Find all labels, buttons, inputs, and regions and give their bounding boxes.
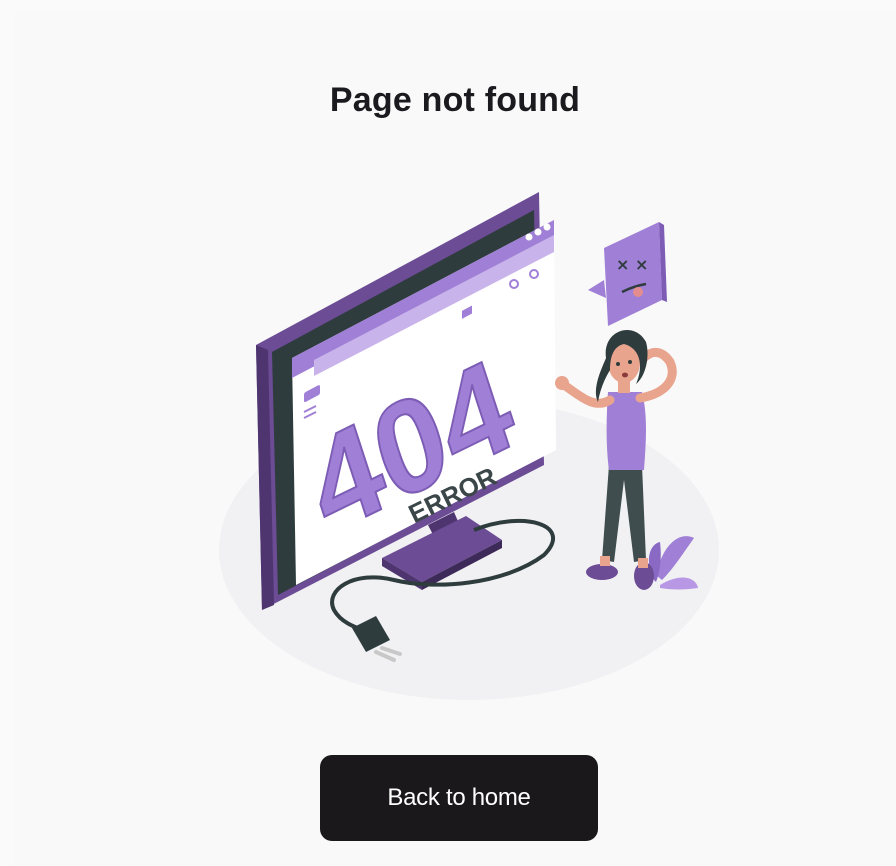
dizzy-eye-icon: × × bbox=[616, 255, 648, 274]
window-dot bbox=[525, 233, 533, 241]
back-to-home-button[interactable]: Back to home bbox=[320, 755, 598, 841]
page-title: Page not found bbox=[329, 81, 581, 119]
tongue bbox=[633, 287, 643, 297]
404-error-illustration: 404 ERROR × × bbox=[219, 192, 719, 700]
window-dot bbox=[534, 228, 542, 236]
error-page: Page not found 404 ERROR × × Back to hom… bbox=[14, 10, 896, 866]
speech-bubble bbox=[604, 222, 662, 326]
window-dot bbox=[543, 223, 551, 231]
speech-bubble-tail bbox=[588, 280, 606, 298]
